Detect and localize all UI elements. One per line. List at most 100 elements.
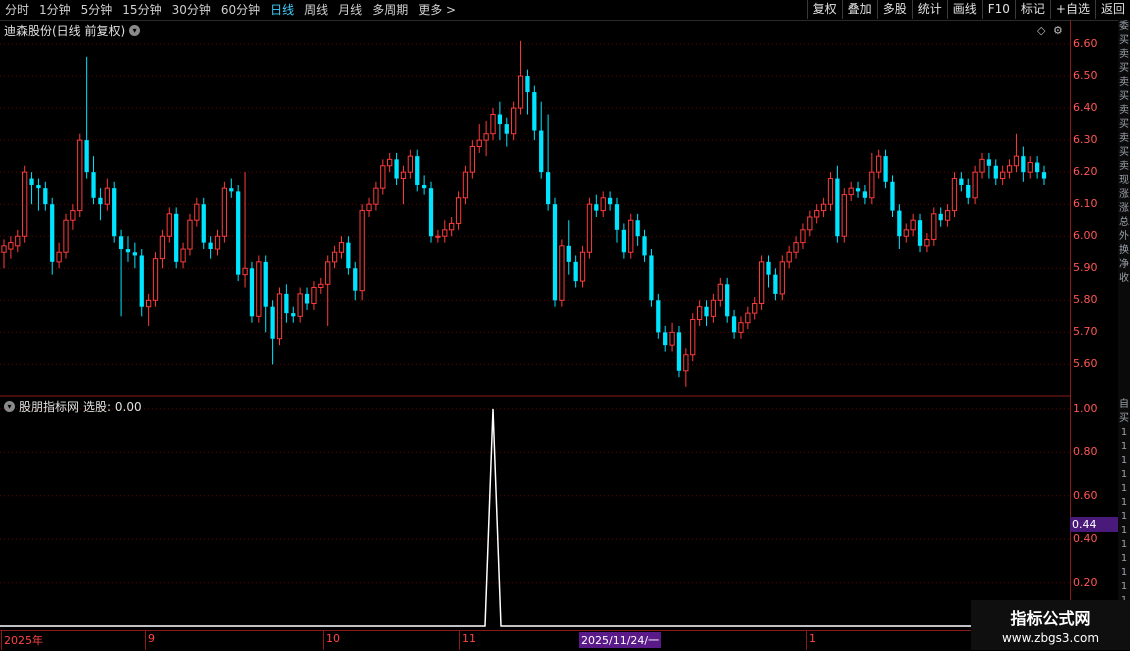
candle-body bbox=[318, 283, 324, 288]
candle-body bbox=[704, 306, 709, 317]
toolbar-button-0[interactable]: 复权 bbox=[806, 0, 842, 19]
candle-body bbox=[517, 75, 524, 109]
candle-body bbox=[270, 306, 275, 339]
time-tick-label: 1 bbox=[809, 632, 816, 645]
side-panel[interactable]: 委买卖买卖买卖买卖买卖现涨涨总外换净收自买111111111111111 bbox=[1118, 20, 1130, 630]
candle-body bbox=[786, 251, 792, 263]
period-tab-0[interactable]: 分时 bbox=[0, 0, 34, 20]
time-tick-label: 11 bbox=[462, 632, 476, 645]
indicator-tick-label: 0.20 bbox=[1073, 575, 1098, 589]
candle-body bbox=[214, 235, 221, 250]
candle-body bbox=[462, 171, 469, 199]
toolbar-button-7[interactable]: +自选 bbox=[1049, 0, 1095, 19]
candle-body bbox=[263, 261, 268, 307]
candle-body bbox=[979, 158, 985, 173]
indicator-source: 股朋指标网 bbox=[19, 400, 80, 414]
price-tick-label: 6.10 bbox=[1073, 197, 1098, 211]
candle-body bbox=[545, 172, 551, 205]
period-tab-7[interactable]: 周线 bbox=[299, 0, 333, 20]
candle-body bbox=[353, 268, 358, 291]
selected-date: 2025/11/24/一 bbox=[579, 632, 662, 648]
toolbar-button-4[interactable]: 画线 bbox=[946, 0, 982, 19]
candle-body bbox=[738, 322, 744, 333]
candle-body bbox=[731, 316, 737, 333]
candle-body bbox=[407, 155, 413, 173]
candle-body bbox=[586, 203, 593, 253]
candle-body bbox=[221, 187, 228, 237]
candle-body bbox=[669, 331, 675, 346]
candle-body bbox=[366, 203, 372, 212]
toolbar-button-1[interactable]: 叠加 bbox=[841, 0, 877, 19]
period-tab-1[interactable]: 1分钟 bbox=[34, 0, 76, 20]
side-panel-label: 1 bbox=[1120, 455, 1128, 466]
candle-body bbox=[139, 255, 144, 307]
candle-body bbox=[566, 245, 571, 262]
period-tab-3[interactable]: 15分钟 bbox=[117, 0, 166, 20]
candle-body bbox=[594, 204, 599, 211]
period-tab-10[interactable]: 更多 > bbox=[413, 0, 461, 20]
candle-body bbox=[29, 178, 34, 185]
period-tab-2[interactable]: 5分钟 bbox=[76, 0, 118, 20]
candle-body bbox=[373, 187, 379, 205]
stock-title: 迪森股份(日线 前复权) bbox=[4, 24, 126, 38]
candle-body bbox=[359, 210, 365, 292]
toolbar-button-5[interactable]: F10 bbox=[981, 0, 1015, 19]
side-panel-label: 1 bbox=[1120, 483, 1128, 494]
candle-body bbox=[380, 165, 386, 189]
toolbar-button-6[interactable]: 标记 bbox=[1014, 0, 1050, 19]
toolbar-button-8[interactable]: 返回 bbox=[1094, 0, 1130, 19]
candle-body bbox=[104, 187, 110, 205]
time-tick bbox=[145, 631, 146, 650]
candle-body bbox=[649, 255, 654, 301]
toolbar-buttons: 复权 叠加 多股 统计 画线 F10 标记 +自选 返回 bbox=[806, 0, 1130, 20]
time-tick-label: 9 bbox=[148, 632, 155, 645]
candle-body bbox=[201, 204, 206, 243]
period-tab-5[interactable]: 60分钟 bbox=[216, 0, 265, 20]
candle-body bbox=[504, 124, 509, 134]
side-panel-label: 1 bbox=[1120, 567, 1128, 578]
candle-body bbox=[497, 114, 503, 125]
candle-body bbox=[917, 220, 923, 246]
period-tab-9[interactable]: 多周期 bbox=[367, 0, 413, 20]
candle-body bbox=[835, 178, 840, 237]
price-tick-label: 6.50 bbox=[1073, 69, 1098, 83]
chevron-down-icon[interactable]: ▾ bbox=[129, 25, 141, 36]
indicator-value: 选股: 0.00 bbox=[83, 400, 142, 414]
candle-body bbox=[490, 113, 496, 135]
candle-body bbox=[725, 284, 730, 317]
period-tab-8[interactable]: 月线 bbox=[333, 0, 367, 20]
candle-body bbox=[304, 293, 310, 304]
candle-body bbox=[600, 197, 606, 212]
candle-body bbox=[1041, 172, 1047, 179]
candle-body bbox=[98, 197, 103, 205]
candle-body bbox=[559, 245, 565, 301]
side-panel-label: 1 bbox=[1120, 525, 1128, 536]
candle-body bbox=[242, 267, 248, 276]
chart-area[interactable] bbox=[0, 20, 1070, 630]
candle-body bbox=[656, 300, 661, 333]
period-tab-4[interactable]: 30分钟 bbox=[167, 0, 216, 20]
candlestick-chart[interactable] bbox=[0, 20, 1070, 630]
candle-body bbox=[91, 172, 96, 198]
candle-body bbox=[331, 251, 338, 263]
candle-body bbox=[642, 236, 647, 256]
candle-body bbox=[862, 191, 868, 198]
candle-body bbox=[745, 312, 751, 324]
side-panel-label: 1 bbox=[1120, 469, 1128, 480]
time-axis: 2025/11/24/一 2025年 9 10 11 1 bbox=[0, 630, 1130, 651]
side-panel-label: 总 bbox=[1119, 217, 1129, 228]
candle-body bbox=[1013, 155, 1020, 167]
gear-icon[interactable]: ⚙ bbox=[1053, 24, 1063, 37]
candle-body bbox=[676, 332, 682, 371]
time-tick bbox=[323, 631, 324, 650]
diamond-icon[interactable]: ◇ bbox=[1037, 24, 1045, 37]
candle-body bbox=[876, 155, 882, 173]
candle-body bbox=[779, 261, 785, 295]
candle-body bbox=[883, 156, 888, 182]
toolbar-button-2[interactable]: 多股 bbox=[876, 0, 912, 19]
candle-body bbox=[710, 299, 717, 317]
toolbar-button-3[interactable]: 统计 bbox=[911, 0, 947, 19]
indicator-tick-label: 0.60 bbox=[1073, 488, 1098, 502]
chevron-down-icon[interactable]: ▾ bbox=[4, 401, 15, 412]
period-tab-6[interactable]: 日线 bbox=[265, 0, 299, 20]
